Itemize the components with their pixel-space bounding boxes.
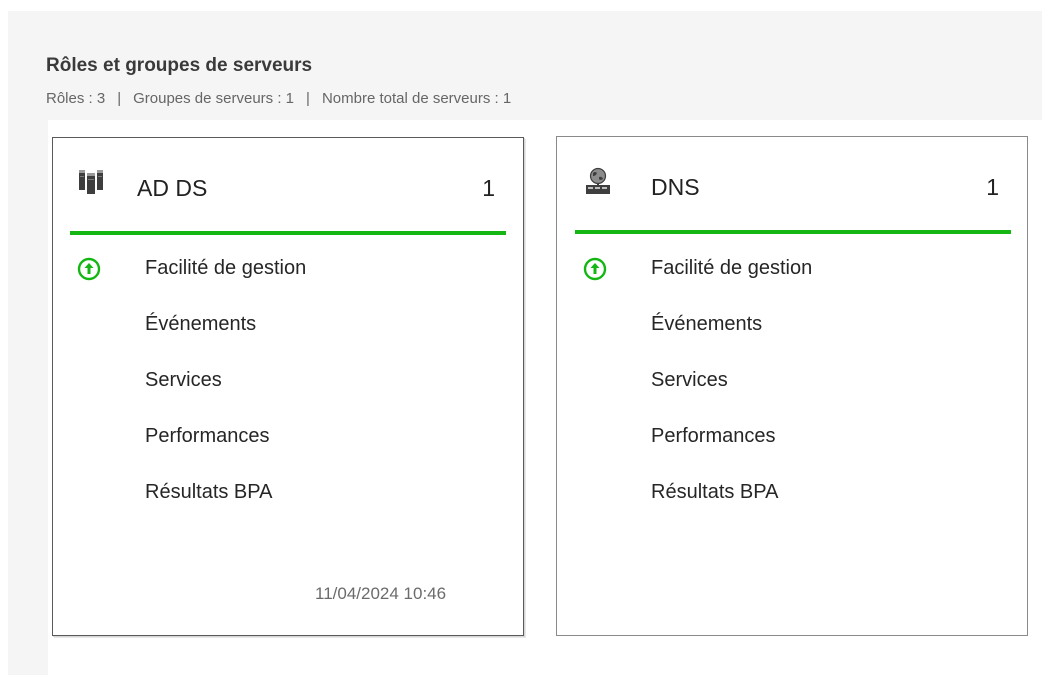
section-summary: Rôles : 3 | Groupes de serveurs : 1 | Nombre… [46, 90, 511, 107]
card-count[interactable]: 1 [959, 174, 999, 201]
card-item-manageability[interactable]: Facilité de gestion [145, 257, 306, 280]
card-title[interactable]: DNS [651, 174, 700, 201]
dns-globe-server-icon [586, 167, 610, 194]
status-bar [70, 231, 506, 235]
card-item-performance[interactable]: Performances [651, 425, 776, 448]
section-title: Rôles et groupes de serveurs [46, 55, 313, 76]
card-item-bpa-results[interactable]: Résultats BPA [145, 481, 272, 504]
status-bar [575, 230, 1011, 234]
summary-server-groups: Groupes de serveurs : 1 [133, 90, 295, 107]
summary-roles: Rôles : 3 [46, 90, 106, 107]
up-arrow-circle-icon [77, 257, 101, 281]
card-item-manageability[interactable]: Facilité de gestion [651, 257, 812, 280]
role-card-dns[interactable]: DNS 1 Facilité de gestion Événements Ser… [556, 136, 1028, 636]
server-manager-dashboard: Rôles et groupes de serveurs Rôles : 3 | G… [0, 0, 1042, 675]
card-item-events[interactable]: Événements [145, 313, 256, 336]
card-timestamp: 11/04/2024 10:46 [315, 584, 447, 603]
card-item-performance[interactable]: Performances [145, 425, 270, 448]
role-card-ad-ds[interactable]: AD DS 1 Facilité de gestion Événements S… [52, 137, 524, 636]
card-title[interactable]: AD DS [137, 175, 207, 202]
card-item-services[interactable]: Services [145, 369, 222, 392]
up-arrow-circle-icon [583, 257, 607, 281]
ad-ds-servers-icon [79, 170, 103, 194]
card-item-services[interactable]: Services [651, 369, 728, 392]
card-item-bpa-results[interactable]: Résultats BPA [651, 481, 778, 504]
summary-separator: | [306, 90, 310, 107]
card-item-events[interactable]: Événements [651, 313, 762, 336]
card-count[interactable]: 1 [455, 175, 495, 202]
summary-separator: | [117, 90, 122, 107]
summary-total-servers: Nombre total de serveurs : 1 [321, 90, 512, 107]
